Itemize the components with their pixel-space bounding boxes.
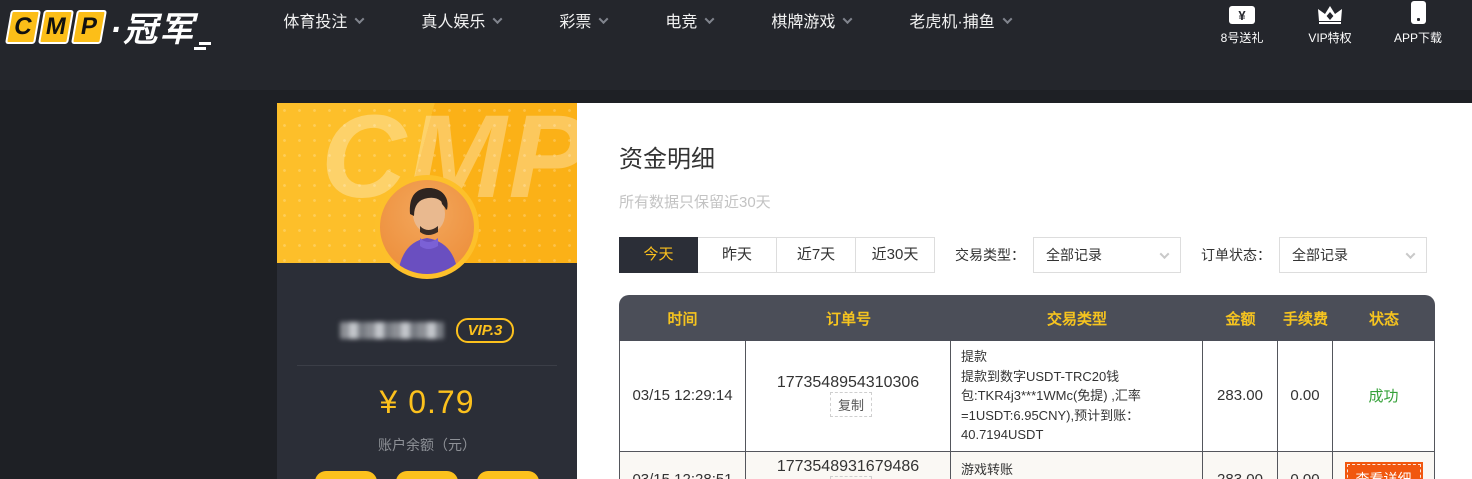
main-nav: 体育投注 真人娱乐 彩票 电竞 棋牌游戏 老虎机·捕鱼: [283, 8, 1013, 32]
sidebar-action-buttons: [277, 471, 577, 479]
view-detail-button[interactable]: 查看详细: [1346, 464, 1421, 479]
col-time: 时间: [619, 295, 746, 341]
cell-time: 03/15 12:29:14: [619, 341, 746, 452]
site-logo[interactable]: C M P ·冠军: [5, 2, 212, 51]
logo-letter: C: [5, 9, 41, 44]
cell-order-no: 1773548954310306复制: [746, 341, 951, 452]
gift-ticket-icon: ¥: [1229, 0, 1255, 24]
chevron-down-icon: [1159, 248, 1170, 259]
date-range-tabs: 今天 昨天 近7天 近30天: [619, 237, 935, 273]
page-title: 资金明细: [619, 146, 715, 173]
col-transaction-type: 交易类型: [951, 295, 1203, 341]
table-row: 03/15 12:28:51 1773548931679486复制 游戏转账 C…: [619, 451, 1435, 479]
balance-label: 账户余额（元）: [378, 437, 476, 453]
copy-button[interactable]: 复制: [829, 475, 872, 479]
vip-level-badge: VIP.3: [455, 318, 515, 343]
nav-item-live-casino[interactable]: 真人娱乐: [421, 8, 503, 32]
page-subtitle: 所有数据只保留近30天: [619, 194, 771, 211]
cell-fee: 0.00: [1278, 341, 1333, 452]
status-success: 成功: [1368, 388, 1399, 406]
tab-last-30-days[interactable]: 近30天: [856, 237, 935, 273]
transaction-type-title: 提款: [961, 349, 988, 364]
transaction-type-label: 交易类型：: [955, 247, 1025, 263]
copy-button[interactable]: 复制: [829, 392, 872, 418]
cell-transaction-type: 提款 提款到数字USDT-TRC20钱包:TKR4j3***1WMc(免提) ,…: [951, 341, 1203, 452]
nav-item-sports[interactable]: 体育投注: [283, 8, 365, 32]
nav-item-slots-fishing[interactable]: 老虎机·捕鱼: [909, 8, 1013, 32]
gift-link[interactable]: ¥ 8号送礼: [1214, 0, 1270, 46]
transaction-type-detail: 提款到数字USDT-TRC20钱包:TKR4j3***1WMc(免提) ,汇率=…: [961, 368, 1141, 443]
logo-wordmark: ·冠军: [110, 2, 212, 51]
chevron-down-icon: [1002, 13, 1013, 24]
crown-icon: [1317, 0, 1343, 24]
funds-detail-panel: 资金明细 所有数据只保留近30天 今天 昨天 近7天 近30天 交易类型： 全部…: [577, 103, 1472, 479]
cell-transaction-type: 游戏转账 CR体育转账到中心钱包: [951, 451, 1203, 479]
table-row: 03/15 12:29:14 1773548954310306复制 提款 提款到…: [619, 341, 1435, 452]
col-status: 状态: [1333, 295, 1435, 341]
cell-amount: 283.00: [1203, 341, 1278, 452]
profile-sidebar: CMP VIP.3 ¥ 0.79 账户余额（元）: [277, 103, 577, 479]
app-download-link[interactable]: APP下载: [1390, 0, 1446, 46]
phone-icon: [1410, 0, 1426, 24]
sidebar-action-button[interactable]: [396, 471, 458, 479]
filter-row: 今天 昨天 近7天 近30天 交易类型： 全部记录 订单状态： 全部记录: [619, 237, 1472, 273]
transaction-type-select[interactable]: 全部记录: [1033, 237, 1181, 273]
tab-today[interactable]: 今天: [619, 237, 698, 273]
cell-fee: 0.00: [1278, 451, 1333, 479]
top-navbar: C M P ·冠军 体育投注 真人娱乐 彩票 电竞 棋牌游戏 老虎机·捕鱼 ¥ …: [0, 0, 1472, 90]
sidebar-action-button[interactable]: [477, 471, 539, 479]
cell-order-no: 1773548931679486复制: [746, 451, 951, 479]
avatar[interactable]: [375, 175, 479, 279]
nav-item-esports[interactable]: 电竞: [665, 8, 715, 32]
cell-amount: 283.00: [1203, 451, 1278, 479]
tab-yesterday[interactable]: 昨天: [698, 237, 777, 273]
cell-status: 查看详细: [1333, 451, 1435, 479]
username-blurred: [339, 322, 444, 339]
chevron-down-icon: [1405, 248, 1416, 259]
tab-last-7-days[interactable]: 近7天: [777, 237, 856, 273]
col-amount: 金额: [1203, 295, 1278, 341]
logo-letter: P: [71, 9, 107, 44]
chevron-down-icon: [704, 13, 715, 24]
nav-item-lottery[interactable]: 彩票: [559, 8, 609, 32]
logo-letter: M: [38, 9, 74, 44]
cell-time: 03/15 12:28:51: [619, 451, 746, 479]
nav-item-board-games[interactable]: 棋牌游戏: [771, 8, 853, 32]
chevron-down-icon: [598, 13, 609, 24]
transaction-type-title: 游戏转账: [961, 461, 1014, 477]
sidebar-action-button[interactable]: [315, 471, 377, 479]
balance-section: ¥ 0.79 账户余额（元）: [297, 365, 557, 455]
order-status-label: 订单状态：: [1201, 247, 1271, 263]
table-header-row: 时间 订单号 交易类型 金额 手续费 状态: [619, 295, 1435, 341]
vip-link[interactable]: VIP特权: [1302, 0, 1358, 46]
order-status-select[interactable]: 全部记录: [1279, 237, 1427, 273]
user-row: VIP.3: [277, 318, 577, 343]
cell-status: 成功: [1333, 341, 1435, 452]
balance-amount: ¥ 0.79: [379, 384, 475, 420]
funds-table: 时间 订单号 交易类型 金额 手续费 状态 03/15 12:29:14 177…: [619, 295, 1435, 479]
col-order-no: 订单号: [746, 295, 951, 341]
quick-links: ¥ 8号送礼 VIP特权 APP下载: [1214, 0, 1446, 46]
col-fee: 手续费: [1278, 295, 1333, 341]
chevron-down-icon: [492, 13, 503, 24]
chevron-down-icon: [842, 13, 853, 24]
chevron-down-icon: [354, 13, 365, 24]
logo-letter-boxes: C M P: [5, 9, 107, 44]
